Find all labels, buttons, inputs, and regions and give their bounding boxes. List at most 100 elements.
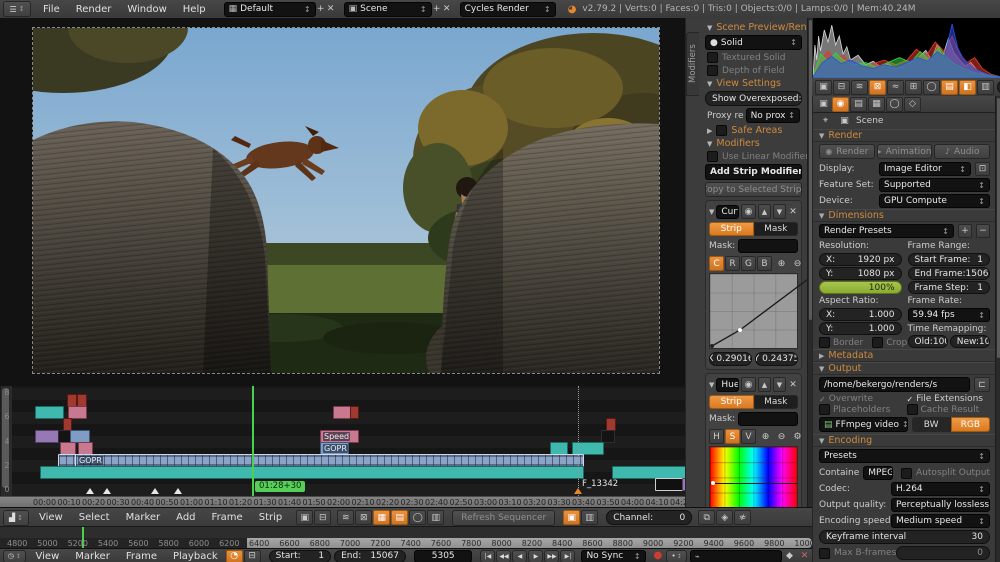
end-marker[interactable] [574, 488, 582, 494]
auto-keyframe-record-button[interactable]: ● [654, 551, 663, 561]
resolution-y-field[interactable]: Y: 1080 px [819, 267, 902, 280]
panel-metadata-header[interactable]: ▶ Metadata [813, 349, 996, 362]
show-overexposed-slider[interactable]: Show Overexposed:0 [705, 91, 802, 106]
menu-marker[interactable]: Marker [67, 551, 118, 562]
resolution-x-field[interactable]: X: 1920 px [819, 253, 902, 266]
channel-h-button[interactable]: H [709, 429, 724, 444]
time-remap-new-field[interactable]: New:100 [949, 335, 990, 348]
placeholders-checkbox[interactable] [819, 404, 830, 415]
seq-image-icon[interactable]: ▣ [296, 510, 314, 525]
hue-move-down-button[interactable]: ▼ [773, 377, 786, 392]
curve-move-up-button[interactable]: ▲ [758, 204, 771, 219]
seq-snap-icon[interactable]: ▥ [427, 510, 445, 525]
n-panel-tab-modifiers[interactable]: Modifiers [686, 32, 699, 96]
encoding-speed-selector[interactable]: Medium speed ↕ [891, 514, 990, 528]
timeline-marker[interactable] [151, 488, 159, 494]
add-layout-button[interactable]: + [316, 3, 326, 16]
zoom-out-icon[interactable]: ⊖ [790, 257, 805, 270]
hue-zoom-in-icon[interactable]: ⊕ [758, 430, 773, 443]
seq-waveform-icon[interactable]: ≋ [337, 510, 355, 525]
rgb-button[interactable]: RGB [950, 417, 990, 432]
curve-mask-field[interactable] [738, 239, 798, 253]
use-linear-modifiers-checkbox[interactable] [707, 151, 718, 162]
device-selector[interactable]: GPU Compute ↕ [879, 194, 990, 208]
seq-backdrop-icon[interactable]: ▣ [563, 510, 581, 525]
folder-browse-icon[interactable]: ⊏ [974, 377, 990, 392]
pin-id-icon[interactable]: ⌖ [818, 115, 833, 128]
uv-icon[interactable]: ⊠ [869, 79, 886, 95]
border-checkbox[interactable] [819, 337, 830, 348]
curve-move-down-button[interactable]: ▼ [773, 204, 786, 219]
add-scene-button[interactable]: + [432, 3, 442, 16]
current-frame-field[interactable]: 5305 [413, 549, 473, 562]
end-frame-prop-field[interactable]: End Frame:15067 [907, 267, 990, 280]
curve-collapse-icon[interactable]: ▼ [709, 208, 714, 216]
jump-end-button[interactable]: ▶| [560, 549, 576, 562]
codec-selector[interactable]: H.264 ↕ [891, 482, 990, 496]
safe-areas-checkbox[interactable] [716, 125, 728, 136]
menu-frame[interactable]: Frame [118, 551, 165, 562]
proxy-render-size-selector[interactable]: No proxy, full re↕ [745, 108, 800, 123]
panel-dimensions-header[interactable]: ▼ Dimensions [813, 209, 996, 222]
pin-icon[interactable]: ⊟ [833, 79, 850, 95]
editor-combo-icon[interactable]: ▣ [816, 98, 831, 111]
aspect-y-field[interactable]: Y: 1.000 [819, 322, 902, 335]
refresh-sequencer-button[interactable]: Refresh Sequencer [452, 509, 556, 526]
timeline-marker[interactable] [86, 488, 94, 494]
menu-view[interactable]: View [31, 512, 71, 523]
strip[interactable] [40, 466, 584, 479]
max-bframes-checkbox[interactable] [819, 547, 830, 559]
next-keyframe-button[interactable]: ▶▶ [544, 549, 560, 562]
channel-b-button[interactable]: B [757, 256, 772, 271]
sequencer-preview-area[interactable] [0, 0, 733, 410]
frame-step-field[interactable]: Frame Step: 1 [907, 281, 990, 294]
zoom-in-icon[interactable]: ⊕ [774, 257, 789, 270]
curve-mute-icon[interactable]: ◉ [741, 204, 756, 219]
menu-help[interactable]: Help [175, 4, 214, 15]
channel-s-button[interactable]: S [725, 429, 740, 444]
curve-y-field[interactable]: Y 0.24375 [755, 352, 798, 366]
hue-move-up-button[interactable]: ▲ [758, 377, 771, 392]
remove-preset-button[interactable]: − [976, 224, 990, 238]
grid-icon[interactable]: ⊞ [905, 79, 922, 95]
timeline-marker[interactable] [174, 488, 182, 494]
hue-delete-button[interactable]: ✕ [788, 378, 798, 391]
hue-mute-icon[interactable]: ◉ [741, 377, 756, 392]
seq-options-icon[interactable]: ▥ [581, 510, 599, 525]
seq-lock-icon[interactable]: ⊟ [314, 510, 332, 525]
start-frame-field[interactable]: Start: 1 [268, 549, 332, 562]
channel-c-button[interactable]: C [709, 256, 724, 271]
menu-marker[interactable]: Marker [118, 512, 169, 523]
sequencer-channel-field[interactable]: Channel: 0 [606, 510, 693, 525]
depth-of-field-checkbox[interactable] [707, 65, 718, 76]
seq-proportional-icon[interactable]: ≉ [734, 510, 752, 525]
hue-mask-field[interactable] [738, 412, 798, 426]
play-button[interactable]: ▶ [528, 549, 544, 562]
start-frame-prop-field[interactable]: Start Frame: 1 [907, 253, 990, 266]
curve-x-field[interactable]: X 0.29016 [709, 352, 752, 366]
display-lock-icon[interactable]: ⊡ [975, 162, 990, 176]
menu-playback[interactable]: Playback [165, 551, 226, 562]
encoding-presets-selector[interactable]: Presets ↕ [819, 449, 990, 463]
autosplit-checkbox[interactable] [901, 467, 913, 479]
display-selector[interactable]: Image Editor ↕ [879, 162, 971, 176]
add-strip-modifier-button[interactable]: Add Strip Modifier↕ [705, 164, 802, 180]
menu-window[interactable]: Window [119, 4, 174, 15]
channel-v-button[interactable]: V [741, 429, 756, 444]
time-remap-old-field[interactable]: Old:100 [907, 335, 948, 348]
panel-render-header[interactable]: ▼ Render [813, 129, 996, 142]
render-engine-selector[interactable]: Cycles Render ↕ [459, 1, 556, 17]
strip[interactable] [350, 406, 359, 419]
paint-icon[interactable]: ◧ [959, 79, 976, 95]
seq-copy-icon[interactable]: ⧉ [698, 510, 716, 525]
curve-strip-tab[interactable]: Strip [709, 222, 754, 236]
sequencer-strips-area[interactable]: Speed GOPR GOPR 01:28+30 F_13342 86420 [0, 386, 696, 496]
output-quality-selector[interactable]: Perceptually lossless↕ [891, 498, 990, 512]
hue-zoom-out-icon[interactable]: ⊖ [774, 430, 789, 443]
curve-delete-button[interactable]: ✕ [788, 205, 798, 218]
delete-layout-button[interactable]: ✕ [326, 3, 336, 16]
panel-view-settings-header[interactable]: ▼ View Settings [701, 77, 806, 90]
properties-scrollbar[interactable] [995, 96, 1000, 562]
feature-set-selector[interactable]: Supported ↕ [879, 178, 990, 192]
output-path-field[interactable]: /home/bekergo/renders/s [819, 377, 970, 392]
